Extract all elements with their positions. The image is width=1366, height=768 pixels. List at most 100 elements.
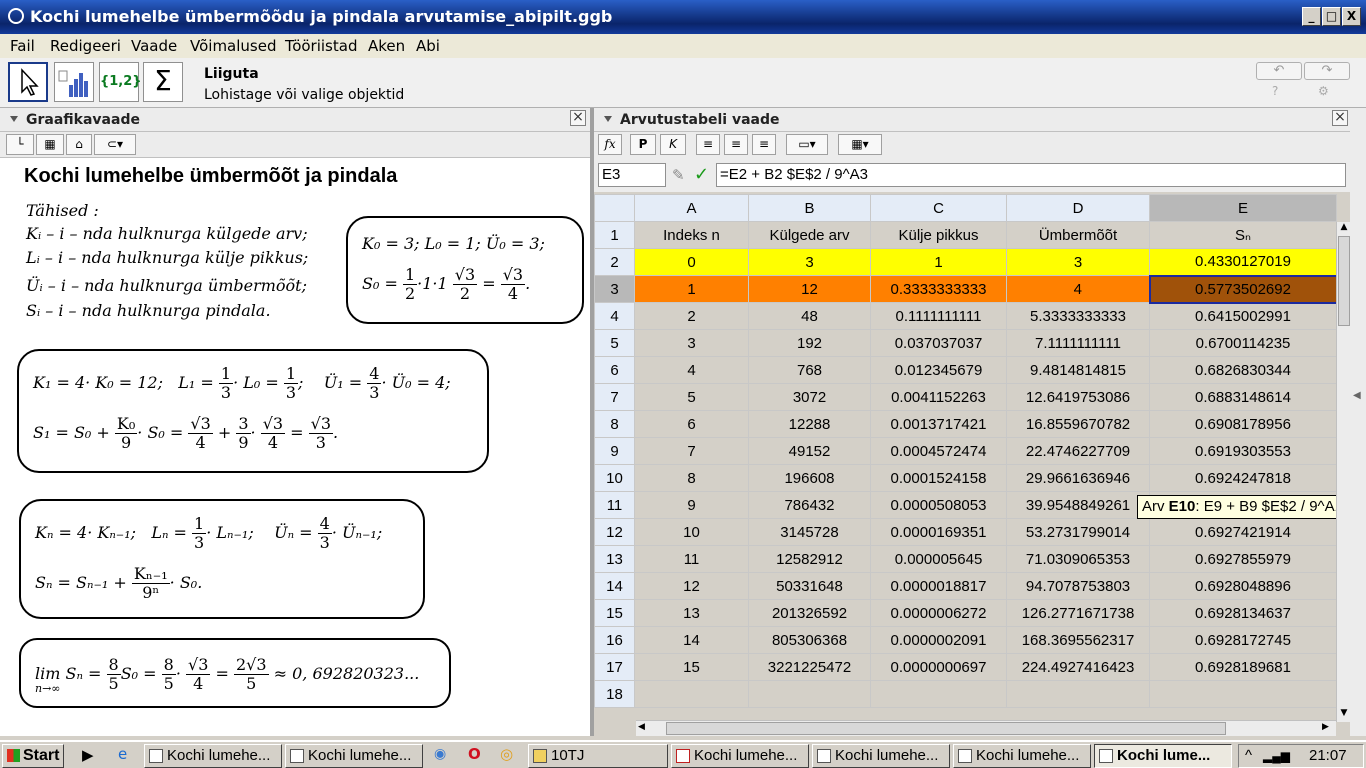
- cell-b2[interactable]: 3: [748, 248, 871, 276]
- cell-e13[interactable]: 0.6927855979: [1149, 545, 1337, 573]
- cell-d11[interactable]: 39.9548849261: [1006, 491, 1150, 519]
- cell-b5[interactable]: 192: [748, 329, 871, 357]
- cell-b9[interactable]: 49152: [748, 437, 871, 465]
- cell-d8[interactable]: 16.8559670782: [1006, 410, 1150, 438]
- cell-e1[interactable]: Sₙ: [1149, 221, 1337, 249]
- column-header-c[interactable]: C: [870, 194, 1007, 222]
- cell-b18[interactable]: [748, 680, 871, 708]
- cell-c8[interactable]: 0.0013717421: [870, 410, 1007, 438]
- cell-e6[interactable]: 0.6826830344: [1149, 356, 1337, 384]
- cell-d18[interactable]: [1006, 680, 1150, 708]
- cell-a3[interactable]: 1: [634, 275, 749, 303]
- eraser-icon[interactable]: ✎: [672, 166, 685, 184]
- cell-b13[interactable]: 12582912: [748, 545, 871, 573]
- cell-b7[interactable]: 3072: [748, 383, 871, 411]
- home-button[interactable]: ⌂: [66, 134, 92, 155]
- cell-a5[interactable]: 3: [634, 329, 749, 357]
- cell-c1[interactable]: Külje pikkus: [870, 221, 1007, 249]
- cell-d6[interactable]: 9.4814814815: [1006, 356, 1150, 384]
- menu-edit[interactable]: Redigeeri: [50, 37, 121, 55]
- cell-b16[interactable]: 805306368: [748, 626, 871, 654]
- cell-d2[interactable]: 3: [1006, 248, 1150, 276]
- cell-d10[interactable]: 29.9661636946: [1006, 464, 1150, 492]
- close-graphics-view-button[interactable]: ×: [570, 110, 586, 126]
- cell-c7[interactable]: 0.0041152263: [870, 383, 1007, 411]
- media-player-icon[interactable]: ▶: [82, 746, 94, 764]
- row-header[interactable]: 13: [594, 545, 635, 573]
- taskbar-item-2[interactable]: Kochi lumehe...: [285, 744, 423, 768]
- close-spreadsheet-view-button[interactable]: ×: [1332, 110, 1348, 126]
- cell-a1[interactable]: Indeks n: [634, 221, 749, 249]
- row-header[interactable]: 14: [594, 572, 635, 600]
- cell-a2[interactable]: 0: [634, 248, 749, 276]
- cell-a12[interactable]: 10: [634, 518, 749, 546]
- cell-a13[interactable]: 11: [634, 545, 749, 573]
- cell-d1[interactable]: Ümbermõõt: [1006, 221, 1150, 249]
- scroll-left-arrow-icon[interactable]: ◀: [638, 722, 645, 732]
- spreadsheet-tool-button[interactable]: [54, 62, 94, 102]
- cell-c10[interactable]: 0.0001524158: [870, 464, 1007, 492]
- cell-a7[interactable]: 5: [634, 383, 749, 411]
- window-titlebar[interactable]: Kochi lumehelbe ümbermõõdu ja pindala ar…: [0, 0, 1366, 34]
- cell-a10[interactable]: 8: [634, 464, 749, 492]
- cell-b4[interactable]: 48: [748, 302, 871, 330]
- vertical-scrollbar[interactable]: ▲ ▼: [1336, 222, 1350, 722]
- grid-corner[interactable]: [594, 194, 635, 222]
- column-header-a[interactable]: A: [634, 194, 749, 222]
- menu-options[interactable]: Võimalused: [190, 37, 276, 55]
- chrome-icon[interactable]: ◎: [500, 745, 513, 763]
- cell-a11[interactable]: 9: [634, 491, 749, 519]
- tray-expand-icon[interactable]: ^: [1245, 745, 1252, 767]
- cell-a16[interactable]: 14: [634, 626, 749, 654]
- cell-c11[interactable]: 0.0000508053: [870, 491, 1007, 519]
- cell-reference-field[interactable]: E3: [598, 163, 666, 187]
- sum-tool-button[interactable]: Σ: [143, 62, 183, 102]
- cell-b3[interactable]: 12: [748, 275, 871, 303]
- cell-e12[interactable]: 0.6927421914: [1149, 518, 1337, 546]
- cell-d16[interactable]: 168.3695562317: [1006, 626, 1150, 654]
- cell-d17[interactable]: 224.4927416423: [1006, 653, 1150, 681]
- cell-e9[interactable]: 0.6919303553: [1149, 437, 1337, 465]
- column-header-e[interactable]: E: [1149, 194, 1337, 222]
- clock[interactable]: 21:07: [1309, 745, 1347, 767]
- maximize-button[interactable]: □: [1322, 7, 1341, 26]
- row-header[interactable]: 18: [594, 680, 635, 708]
- redo-button[interactable]: ↷: [1304, 62, 1350, 80]
- minimize-button[interactable]: _: [1302, 7, 1321, 26]
- cell-d15[interactable]: 126.2771671738: [1006, 599, 1150, 627]
- row-header[interactable]: 12: [594, 518, 635, 546]
- taskbar-item-1[interactable]: Kochi lumehe...: [144, 744, 282, 768]
- cell-e15[interactable]: 0.6928134637: [1149, 599, 1337, 627]
- row-header[interactable]: 1: [594, 221, 635, 249]
- cell-a18[interactable]: [634, 680, 749, 708]
- row-header[interactable]: 3: [594, 275, 635, 303]
- cell-e14[interactable]: 0.6928048896: [1149, 572, 1337, 600]
- graphics-view[interactable]: Kochi lumehelbe ümbermõõt ja pindala Täh…: [0, 158, 590, 736]
- vertical-scroll-thumb[interactable]: [1338, 236, 1350, 326]
- cell-e10[interactable]: 0.6924247818: [1149, 464, 1337, 492]
- collapse-triangle-icon[interactable]: [604, 116, 612, 122]
- cell-e16[interactable]: 0.6928172745: [1149, 626, 1337, 654]
- cell-e7[interactable]: 0.6883148614: [1149, 383, 1337, 411]
- cell-c17[interactable]: 0.0000000697: [870, 653, 1007, 681]
- move-tool-button[interactable]: [8, 62, 48, 102]
- cell-e18[interactable]: [1149, 680, 1337, 708]
- fx-toggle-button[interactable]: fx: [598, 134, 622, 155]
- internet-explorer-icon[interactable]: e: [118, 745, 127, 763]
- row-header[interactable]: 6: [594, 356, 635, 384]
- cell-c9[interactable]: 0.0004572474: [870, 437, 1007, 465]
- cell-b12[interactable]: 3145728: [748, 518, 871, 546]
- menu-view[interactable]: Vaade: [131, 37, 177, 55]
- network-icon[interactable]: ◉: [434, 746, 446, 762]
- cell-c4[interactable]: 0.1111111111: [870, 302, 1007, 330]
- row-header[interactable]: 11: [594, 491, 635, 519]
- column-header-b[interactable]: B: [748, 194, 871, 222]
- gear-icon[interactable]: ⚙: [1318, 84, 1329, 98]
- row-header[interactable]: 2: [594, 248, 635, 276]
- align-center-button[interactable]: ≡: [724, 134, 748, 155]
- border-dropdown[interactable]: ▦▾: [838, 134, 882, 155]
- undo-button[interactable]: ↶: [1256, 62, 1302, 80]
- align-left-button[interactable]: ≡: [696, 134, 720, 155]
- column-header-d[interactable]: D: [1006, 194, 1150, 222]
- taskbar-item-4[interactable]: Kochi lumehe...: [671, 744, 809, 768]
